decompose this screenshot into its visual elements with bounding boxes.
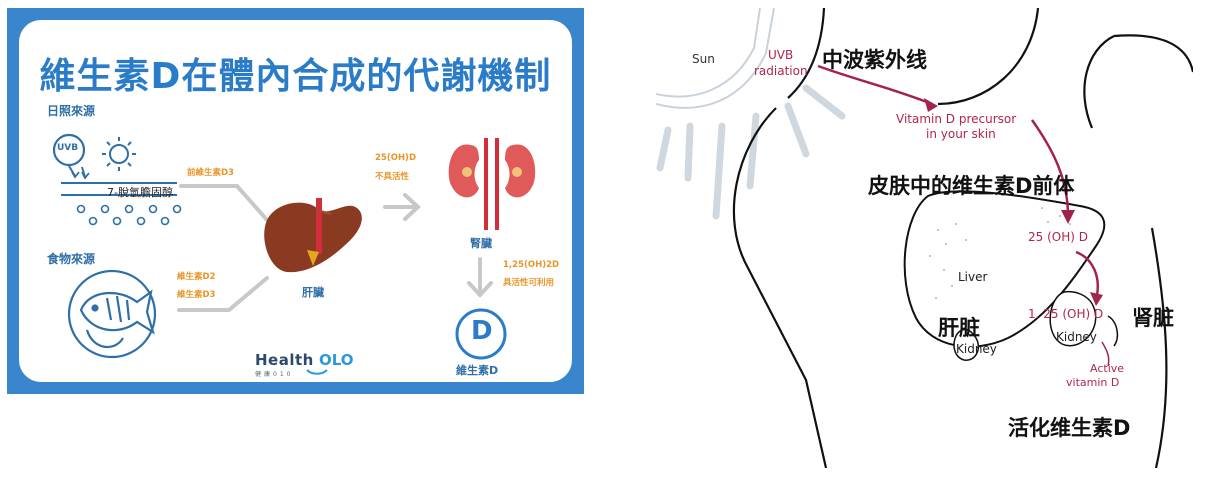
precursor-label-1: Vitamin D precursor — [896, 112, 1017, 126]
ohd25-label: 25(OH)D — [375, 153, 416, 163]
logo-text: Health — [255, 351, 314, 369]
sun-label: Sun — [692, 52, 715, 66]
d2-label: 維生素D2 — [177, 272, 216, 282]
liver-icon — [264, 198, 362, 273]
liver-label: 肝臟 — [302, 286, 324, 299]
healtholo-logo: Health OLO 健康010 — [255, 350, 353, 378]
d-letter: D — [471, 316, 493, 346]
active-label-1: Active — [1090, 362, 1125, 375]
d3-label: 維生素D3 — [177, 290, 216, 300]
cn-kidney-label: 肾脏 — [1132, 306, 1174, 330]
cn-active-label: 活化维生素D — [1008, 416, 1131, 440]
sun-icon — [102, 137, 136, 171]
molecule-dots — [76, 204, 182, 226]
kidney-label-right: Kidney — [1056, 330, 1097, 344]
sun-icon — [656, 8, 775, 109]
fish-icon — [67, 269, 157, 359]
kidney-bracket — [1107, 315, 1119, 347]
right-illustration: Sun UVB radiation 中波紫外线 Vitamin D precur… — [656, 8, 1193, 468]
left-infographic: 維生素D在體內合成的代謝機制 日照來源 食物來源 UVB 7-脫氫膽固醇 前維生… — [7, 8, 584, 394]
usable-label: 具活性可利用 — [503, 278, 555, 288]
left-card: 維生素D在體內合成的代謝機制 日照來源 食物來源 UVB 7-脫氫膽固醇 前維生… — [19, 20, 572, 382]
ohd125-label: 1,25(OH)2D — [503, 260, 560, 270]
logo-subtext: 健康010 — [255, 371, 294, 378]
kidney-label-left: Kidney — [956, 342, 997, 356]
right-diagram-graphics — [656, 8, 1193, 468]
inactive-label: 不具活性 — [375, 172, 410, 182]
ohd25-label: 25 (OH) D — [1028, 230, 1088, 244]
uvb-label: UVB — [57, 143, 79, 153]
precursor-label-2: in your skin — [926, 127, 996, 141]
cn-uvb-label: 中波紫外线 — [822, 48, 927, 72]
ohd125-label: 1. 25 (OH) D — [1028, 307, 1104, 321]
uvb-label: UVB — [768, 48, 794, 62]
vitamin-d-label: 維生素D — [456, 364, 499, 377]
liver-label: Liver — [958, 270, 988, 284]
cn-liver-label: 肝脏 — [938, 316, 980, 340]
radiation-label: radiation — [754, 64, 808, 78]
skin-compound-label: 7-脫氫膽固醇 — [107, 186, 173, 199]
kidney-icon — [448, 138, 536, 230]
uvb-icon — [52, 133, 90, 180]
cn-precursor-label: 皮肤中的维生素D前体 — [868, 174, 1075, 198]
active-label-2: vitamin D — [1066, 376, 1120, 389]
kidney-label: 腎臟 — [470, 237, 492, 250]
pre-d3-label: 前維生素D3 — [187, 168, 234, 178]
logo-number: OLO — [318, 351, 354, 369]
